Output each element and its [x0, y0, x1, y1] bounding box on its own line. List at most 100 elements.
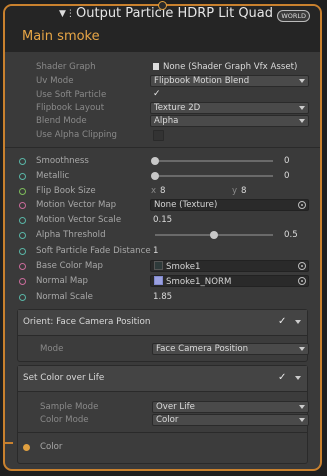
- y-label: y: [232, 186, 238, 196]
- slider-knob[interactable]: [151, 172, 159, 180]
- texture-thumbnail-icon: [154, 261, 163, 270]
- metallic-label: Metallic: [36, 171, 70, 181]
- shader-graph-field[interactable]: None (Shader Graph Vfx Asset): [150, 61, 309, 73]
- motion-vector-map-label: Motion Vector Map: [36, 200, 117, 210]
- flow-input-port[interactable]: [158, 1, 167, 10]
- normal-map-row: Normal Map Smoke1_NORM: [5, 275, 320, 289]
- float-port-icon[interactable]: [19, 294, 26, 301]
- orient-enable-checkbox[interactable]: ✓: [278, 317, 287, 327]
- motion-vector-scale-label: Motion Vector Scale: [36, 215, 122, 225]
- float-port-icon[interactable]: [19, 158, 26, 165]
- sample-mode-label: Sample Mode: [40, 402, 99, 412]
- sample-mode-value: Over Life: [156, 402, 195, 412]
- shader-graph-label: Shader Graph: [36, 62, 96, 72]
- slider-knob[interactable]: [210, 231, 218, 239]
- flipbook-layout-dropdown[interactable]: Texture 2D: [150, 102, 309, 114]
- normal-map-field[interactable]: Smoke1_NORM: [150, 275, 309, 287]
- alpha-threshold-row: Alpha Threshold 0.5: [5, 229, 320, 243]
- divider: [5, 147, 320, 148]
- motion-vector-scale-value: 0.15: [153, 215, 173, 225]
- use-soft-particle-label: Use Soft Particle: [36, 90, 107, 100]
- metallic-value[interactable]: 0: [281, 170, 313, 182]
- uv-mode-dropdown[interactable]: Flipbook Motion Blend: [150, 75, 309, 87]
- base-color-map-label: Base Color Map: [36, 261, 103, 271]
- soft-particle-fade-row: Soft Particle Fade Distance 1: [5, 245, 320, 259]
- alpha-threshold-value[interactable]: 0.5: [281, 229, 313, 241]
- dropdown-arrow-icon: [299, 418, 305, 422]
- flipbook-layout-row: Flipbook Layout Texture 2D: [5, 102, 320, 116]
- motion-vector-scale-field[interactable]: 0.15: [150, 214, 309, 226]
- uv-mode-row: Uv Mode Flipbook Motion Blend: [5, 75, 320, 89]
- soft-particle-fade-field[interactable]: 1: [150, 245, 309, 257]
- float-port-icon[interactable]: [19, 173, 26, 180]
- metallic-row: Metallic 0: [5, 170, 320, 184]
- object-picker-icon[interactable]: [298, 277, 306, 285]
- soft-particle-fade-label: Soft Particle Fade Distance: [36, 246, 151, 256]
- dropdown-arrow-icon: [299, 106, 305, 110]
- flip-book-size-row: Flip Book Size x 8 y 8: [5, 185, 320, 199]
- color-label: Color: [40, 442, 63, 452]
- color-mode-dropdown[interactable]: Color: [152, 414, 309, 426]
- metallic-slider[interactable]: [151, 172, 273, 180]
- color-port-icon[interactable]: [23, 444, 30, 451]
- vector2-port-icon[interactable]: [19, 188, 26, 195]
- float-port-icon[interactable]: [19, 217, 26, 224]
- normal-scale-field[interactable]: 1.85: [150, 291, 309, 303]
- motion-vector-map-value: None (Texture): [154, 200, 218, 210]
- float-port-icon[interactable]: [19, 232, 26, 239]
- uv-mode-label: Uv Mode: [36, 76, 74, 86]
- orient-mode-value: Face Camera Position: [156, 344, 249, 354]
- flip-book-y-field[interactable]: 8: [241, 186, 246, 196]
- space-badge[interactable]: WORLD: [277, 10, 310, 22]
- orient-mode-row: Mode Face Camera Position: [18, 343, 309, 355]
- smoothness-label: Smoothness: [36, 156, 89, 166]
- chevron-down-icon[interactable]: [295, 320, 301, 324]
- texture-port-icon[interactable]: [19, 278, 26, 285]
- color-mode-label: Color Mode: [40, 415, 89, 425]
- shader-graph-row: Shader Graph None (Shader Graph Vfx Asse…: [5, 61, 320, 75]
- node-title: Output Particle HDRP Lit Quad: [76, 6, 274, 21]
- chevron-down-icon[interactable]: [295, 376, 301, 380]
- float-port-icon[interactable]: [19, 248, 26, 255]
- alpha-threshold-slider[interactable]: [155, 231, 273, 239]
- color-row: Color: [18, 441, 307, 453]
- blend-mode-row: Blend Mode Alpha: [5, 115, 320, 129]
- dropdown-arrow-icon: [299, 347, 305, 351]
- use-soft-particle-checkbox[interactable]: ✓: [153, 90, 162, 99]
- output-particle-node[interactable]: ▼⋮ Output Particle HDRP Lit Quad WORLD M…: [3, 4, 322, 471]
- orient-block[interactable]: Orient: Face Camera Position ✓ Mode Face…: [17, 309, 309, 362]
- slider-knob[interactable]: [151, 157, 159, 165]
- object-picker-icon[interactable]: [298, 201, 306, 209]
- uv-mode-value: Flipbook Motion Blend: [154, 76, 250, 86]
- normal-scale-label: Normal Scale: [36, 292, 93, 302]
- alpha-threshold-label: Alpha Threshold: [36, 230, 106, 240]
- dropdown-arrow-icon: [299, 79, 305, 83]
- color-mode-value: Color: [156, 415, 179, 425]
- motion-vector-map-field[interactable]: None (Texture): [150, 199, 309, 211]
- normal-map-value: Smoke1_NORM: [166, 277, 232, 287]
- node-subtitle[interactable]: Main smoke: [22, 29, 100, 44]
- sample-mode-dropdown[interactable]: Over Life: [152, 401, 309, 413]
- orient-mode-label: Mode: [40, 344, 64, 354]
- normal-scale-value: 1.85: [153, 292, 173, 302]
- blend-mode-dropdown[interactable]: Alpha: [150, 115, 309, 127]
- smoothness-slider[interactable]: [151, 157, 273, 165]
- base-color-map-field[interactable]: Smoke1: [150, 260, 309, 272]
- set-color-block[interactable]: Set Color over Life ✓ Sample Mode Over L…: [17, 365, 309, 464]
- orient-mode-dropdown[interactable]: Face Camera Position: [152, 343, 309, 355]
- orient-block-header[interactable]: Orient: Face Camera Position ✓: [18, 310, 307, 336]
- flip-book-x-field[interactable]: 8: [160, 186, 165, 196]
- color-mode-row: Color Mode Color: [18, 414, 309, 426]
- smoothness-value[interactable]: 0: [281, 155, 313, 167]
- texture-port-icon[interactable]: [19, 202, 26, 209]
- set-color-block-header[interactable]: Set Color over Life ✓: [18, 366, 307, 392]
- use-alpha-clipping-row: Use Alpha Clipping: [5, 129, 320, 143]
- file-icon: [153, 63, 159, 70]
- use-alpha-clipping-checkbox[interactable]: [153, 130, 164, 141]
- set-color-enable-checkbox[interactable]: ✓: [278, 373, 287, 383]
- use-alpha-clipping-label: Use Alpha Clipping: [36, 130, 117, 140]
- texture-port-icon[interactable]: [19, 263, 26, 270]
- motion-vector-map-row: Motion Vector Map None (Texture): [5, 199, 320, 213]
- object-picker-icon[interactable]: [298, 262, 306, 270]
- base-color-map-value: Smoke1: [166, 262, 201, 272]
